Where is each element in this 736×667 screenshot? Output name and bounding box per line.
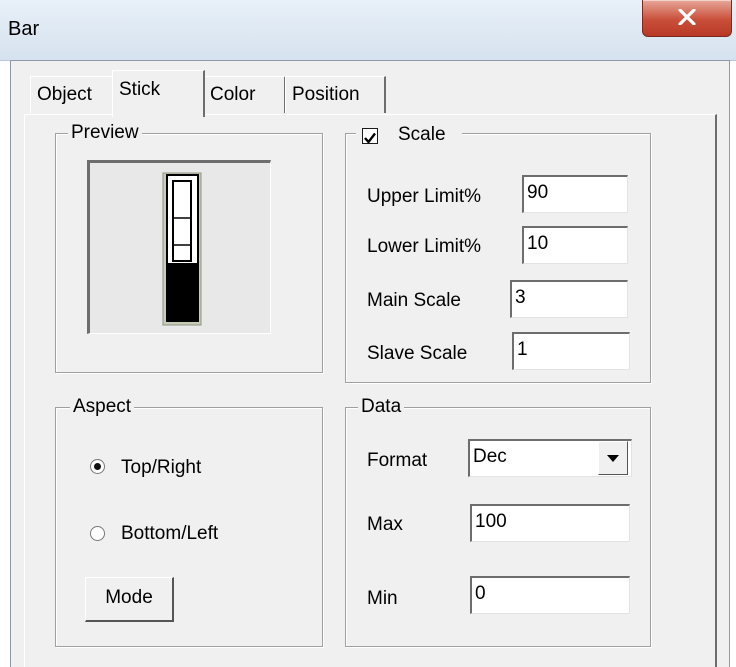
bottom-left-radio[interactable] — [90, 526, 105, 541]
checkmark-icon — [364, 132, 376, 144]
tab-object[interactable]: Object — [30, 76, 117, 113]
close-button[interactable] — [642, 0, 732, 37]
max-label: Max — [367, 514, 403, 535]
bar-preview-graphic — [162, 172, 202, 326]
format-dropdown-button[interactable] — [598, 441, 628, 475]
upper-limit-field[interactable]: 90 — [522, 175, 628, 213]
upper-limit-label: Upper Limit% — [367, 186, 482, 207]
top-right-label[interactable]: Top/Right — [121, 457, 201, 479]
window-title: Bar — [8, 18, 40, 40]
slave-scale-label: Slave Scale — [367, 343, 468, 364]
top-right-radio[interactable] — [90, 459, 105, 474]
format-label: Format — [367, 450, 428, 471]
min-label: Min — [367, 588, 398, 609]
scale-label: Scale — [398, 124, 446, 145]
tab-stick[interactable]: Stick — [112, 70, 205, 117]
preview-canvas — [87, 160, 271, 334]
tab-color[interactable]: Color — [203, 76, 286, 113]
preview-label: Preview — [68, 122, 142, 144]
tab-label: Object — [37, 84, 92, 105]
data-label: Data — [358, 396, 405, 418]
mode-button[interactable]: Mode — [85, 577, 174, 622]
triangle-down-icon — [607, 455, 619, 462]
main-scale-label: Main Scale — [367, 290, 461, 311]
format-value: Dec — [473, 446, 507, 467]
main-scale-field[interactable]: 3 — [510, 280, 628, 318]
scale-checkbox[interactable] — [362, 128, 378, 144]
lower-limit-field[interactable]: 10 — [522, 226, 628, 264]
tab-label: Color — [210, 84, 256, 105]
close-icon — [678, 9, 696, 25]
title-bar — [0, 0, 736, 61]
bottom-left-label[interactable]: Bottom/Left — [121, 523, 218, 545]
lower-limit-label: Lower Limit% — [367, 236, 482, 257]
max-field[interactable]: 100 — [470, 504, 630, 542]
min-field[interactable]: 0 — [470, 576, 630, 614]
aspect-label: Aspect — [70, 396, 135, 418]
slave-scale-field[interactable]: 1 — [512, 332, 630, 370]
tab-label: Stick — [119, 79, 161, 100]
radio-selected-dot — [94, 463, 101, 470]
tab-label: Position — [292, 84, 360, 105]
tab-position[interactable]: Position — [285, 76, 386, 113]
